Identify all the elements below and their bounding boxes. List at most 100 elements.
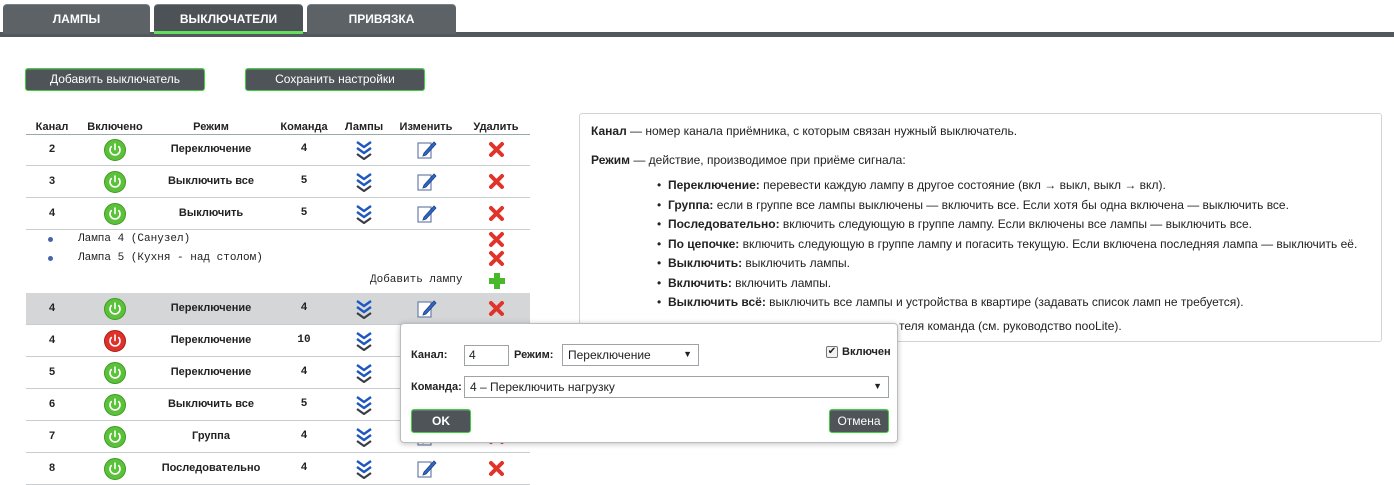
lamps-expand-icon[interactable] — [354, 363, 374, 386]
power-on-icon[interactable] — [104, 362, 126, 384]
lamps-expand-icon[interactable] — [354, 140, 374, 163]
help-mode-desc: включить лампы. — [731, 275, 832, 290]
edit-icon[interactable] — [416, 202, 438, 227]
bullet-icon — [48, 237, 53, 242]
add-lamp-label[interactable]: Добавить лампу — [370, 274, 462, 286]
lamps-expand-icon[interactable] — [354, 459, 374, 482]
help-mode-desc: перевести каждую лампу в другое состояни… — [759, 178, 1166, 192]
cancel-button[interactable]: Отмена — [829, 409, 889, 433]
edit-icon[interactable] — [416, 297, 438, 322]
lamps-expand-icon[interactable] — [354, 395, 374, 418]
help-mode: Режим — действие, производимое при приём… — [591, 153, 906, 167]
power-on-icon[interactable] — [104, 426, 126, 448]
help-mode-desc: включить следующую в группе лампу. Если … — [779, 217, 1253, 231]
row-command: 4 — [300, 430, 308, 442]
power-on-icon[interactable] — [104, 171, 126, 193]
help-mode-desc: — действие, производимое при приёме сигн… — [629, 153, 906, 167]
lamps-expand-icon[interactable] — [354, 172, 374, 195]
edit-icon[interactable] — [416, 457, 438, 482]
dialog-channel-label: Канал: — [411, 349, 448, 361]
row-command: 5 — [300, 175, 308, 187]
row-mode: Выключить — [178, 207, 244, 219]
table-header: Канал Включено Режим Команда Лампы Измен… — [26, 120, 530, 135]
row-command: 5 — [300, 207, 308, 219]
table-row: 4 Выключить 5 — [26, 198, 530, 230]
mode-select[interactable]: Переключение ▼ — [562, 344, 699, 366]
delete-icon[interactable] — [488, 300, 505, 320]
help-mode-term: Группа: — [668, 197, 714, 212]
mode-select-value: Переключение — [568, 348, 651, 362]
header-command: Команда — [280, 121, 328, 133]
row-channel: 5 — [48, 366, 56, 378]
row-command: 5 — [300, 398, 308, 410]
tab-lamps[interactable]: ЛАМПЫ — [3, 4, 150, 34]
help-channel-desc: — номер канала приёмника, с которым связ… — [626, 124, 1018, 138]
row-command: 4 — [300, 366, 308, 378]
help-mode-item: Выключить всё: выключить все лампы и уст… — [657, 295, 1357, 315]
lamp-subitem-label: Лампа 4 (Санузел) — [78, 233, 191, 245]
add-icon[interactable] — [487, 271, 507, 294]
delete-icon[interactable] — [488, 231, 505, 251]
edit-icon[interactable] — [416, 170, 438, 195]
help-mode-item: По цепочке: включить следующую в группе … — [657, 236, 1357, 257]
tab-switches[interactable]: ВЫКЛЮЧАТЕЛИ — [154, 4, 303, 34]
row-mode: Последовательно — [161, 462, 261, 474]
lamp-subitem-label: Лампа 5 (Кухня - над столом) — [78, 252, 263, 264]
help-mode-desc: выключить все лампы и устройства в кварт… — [765, 295, 1244, 309]
help-mode-item: Включить: включить лампы. — [657, 275, 1357, 296]
header-lamps: Лампы — [344, 121, 384, 133]
power-on-icon[interactable] — [104, 139, 126, 161]
dialog-command-label: Команда: — [411, 381, 462, 393]
edit-icon[interactable] — [416, 138, 438, 163]
row-channel: 6 — [48, 398, 56, 410]
lamp-subitem: Лампа 5 (Кухня - над столом) — [26, 250, 530, 269]
channel-input[interactable]: 4 — [464, 345, 509, 366]
delete-icon[interactable] — [488, 141, 505, 161]
help-mode-item: Группа: если в группе все лампы выключен… — [657, 197, 1357, 218]
lamps-expand-icon[interactable] — [354, 299, 374, 322]
edit-switch-dialog: Канал: 4 Режим: Переключение ▼ ✔ Включен… — [400, 323, 898, 443]
row-mode: Выключить все — [167, 398, 255, 410]
power-on-icon[interactable] — [104, 394, 126, 416]
help-mode-term: Выключить всё: — [668, 295, 766, 309]
row-command: 4 — [300, 302, 308, 314]
lamps-expand-icon[interactable] — [354, 331, 374, 354]
power-off-icon[interactable] — [104, 330, 126, 352]
header-edit: Изменить — [399, 121, 453, 133]
row-channel: 4 — [48, 302, 56, 314]
power-on-icon[interactable] — [104, 298, 126, 320]
power-on-icon[interactable] — [104, 203, 126, 225]
dialog-mode-label: Режим: — [514, 349, 554, 361]
row-mode: Переключение — [170, 302, 252, 314]
power-on-icon[interactable] — [104, 458, 126, 480]
row-channel: 7 — [48, 430, 56, 442]
enabled-checkbox[interactable]: ✔ — [826, 346, 838, 358]
row-command: 4 — [300, 462, 308, 474]
add-switch-button[interactable]: Добавить выключатель — [25, 68, 205, 91]
delete-icon[interactable] — [488, 460, 505, 480]
chevron-down-icon: ▼ — [873, 381, 882, 391]
row-mode: Группа — [192, 430, 230, 442]
row-mode: Переключение — [170, 334, 252, 346]
help-mode-list: Переключение: перевести каждую лампу в д… — [657, 178, 1357, 315]
enabled-checkbox-label[interactable]: Включен — [842, 346, 891, 358]
help-mode-term: По цепочке: — [668, 236, 740, 251]
tab-binding[interactable]: ПРИВЯЗКА — [307, 4, 456, 34]
help-channel: Канал — номер канала приёмника, с которы… — [591, 124, 1017, 138]
table-row: 2 Переключение 4 — [26, 134, 530, 166]
help-mode-term: Выключить: — [668, 256, 743, 270]
delete-icon[interactable] — [488, 173, 505, 193]
ok-button[interactable]: OK — [411, 409, 471, 433]
lamps-expand-icon[interactable] — [354, 204, 374, 227]
help-mode-item: Выключить: выключить лампы. — [657, 256, 1357, 276]
help-mode-desc: если в группе все лампы выключены — вклю… — [713, 197, 1289, 212]
add-lamp-row: Добавить лампу — [26, 270, 530, 292]
row-channel: 2 — [48, 143, 56, 155]
save-settings-button[interactable]: Сохранить настройки — [245, 68, 425, 91]
header-enabled: Включено — [87, 121, 143, 133]
delete-icon[interactable] — [488, 205, 505, 225]
lamps-expand-icon[interactable] — [354, 427, 374, 450]
command-select[interactable]: 4 – Переключить нагрузку ▼ — [464, 376, 889, 398]
row-command: 10 — [297, 334, 311, 346]
delete-icon[interactable] — [488, 250, 505, 270]
